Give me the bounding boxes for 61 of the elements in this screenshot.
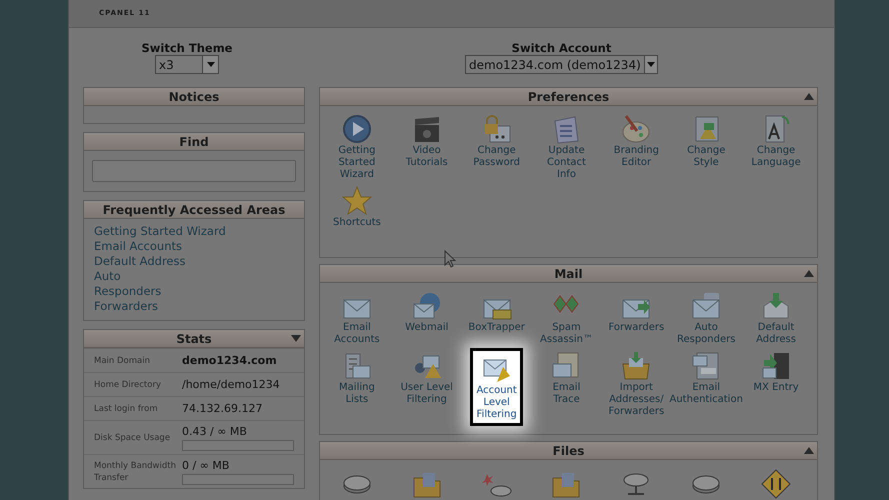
panel-title: Stats	[176, 330, 212, 348]
feature-link[interactable]: User Level Filtering	[400, 348, 453, 426]
feature-link[interactable]: Import Addresses/ Forwarders	[608, 348, 664, 426]
account-select[interactable]: demo1234.com (demo1234)	[465, 55, 658, 74]
panel-title: Notices	[168, 88, 220, 106]
palette-icon	[620, 113, 652, 145]
panel-title: Find	[179, 134, 209, 150]
feature-link[interactable]: Auto Responders	[676, 288, 736, 346]
shortcut-link[interactable]: Responders	[94, 284, 162, 299]
stat-value: 0 / ∞ MB	[182, 458, 230, 472]
feature-link[interactable]: Change Password	[473, 111, 520, 181]
feature-link[interactable]: Forwarders	[608, 288, 664, 346]
shortcut-link[interactable]: Getting Started Wizard	[94, 224, 226, 239]
stat-value: /home/demo1234	[182, 378, 280, 391]
stat-value: 74.132.69.127	[182, 402, 262, 415]
feature-link[interactable]: BoxTrapper	[468, 288, 525, 346]
star-icon	[340, 185, 373, 217]
feature-link[interactable]: Getting Started Wizard	[338, 111, 376, 181]
feature-link[interactable]: Default Address	[756, 288, 796, 346]
shortcut-link[interactable]: Email Accounts	[94, 239, 182, 254]
feature-link[interactable]: Email Authentication	[670, 348, 743, 426]
shortcut-link[interactable]: Forwarders	[94, 299, 158, 314]
stat-label: Last login from	[94, 402, 159, 414]
stat-label: Monthly Bandwidth Transfer	[94, 460, 177, 484]
collapse-arrow-icon[interactable]	[804, 270, 814, 277]
feature-link[interactable]: Video Tutorials	[406, 111, 448, 181]
feature-link[interactable]: Email Trace	[550, 348, 582, 426]
feature-link[interactable]: Email Accounts	[334, 288, 380, 346]
switch-account-label: Switch Account	[512, 41, 612, 55]
stat-value: demo1234.com	[182, 354, 277, 367]
panel-title: Mail	[554, 266, 583, 282]
stat-label: Home Directory	[94, 378, 162, 390]
expand-arrow-icon[interactable]	[291, 335, 301, 342]
feature-link[interactable]: MX Entry	[753, 348, 799, 426]
feature-link[interactable]: Spam Assassin™	[540, 288, 593, 346]
panel-title: Files	[552, 442, 584, 460]
feature-link[interactable]: Account Level Filtering	[470, 348, 523, 426]
stat-label: Main Domain	[94, 354, 151, 366]
play-button-icon	[340, 113, 373, 145]
feature-link[interactable]: Change Style	[687, 111, 726, 181]
switch-theme-label: Switch Theme	[142, 41, 232, 55]
panel-title: Preferences	[528, 88, 610, 106]
feature-link[interactable]: Webmail	[405, 288, 448, 346]
feature-link[interactable]: Shortcuts	[333, 183, 381, 229]
collapse-arrow-icon[interactable]	[804, 93, 814, 100]
box-arrow-icon	[620, 350, 652, 382]
shortcut-link[interactable]: Default Address	[94, 254, 186, 269]
dropdown-arrow-icon	[206, 62, 214, 67]
feature-link[interactable]: Branding Editor	[614, 111, 659, 181]
collapse-arrow-icon[interactable]	[804, 447, 814, 454]
theme-select[interactable]: x3	[155, 55, 219, 74]
search-field[interactable]	[92, 160, 296, 182]
feature-link[interactable]: Change Language	[751, 111, 801, 181]
feature-link[interactable]: Mailing Lists	[339, 348, 375, 426]
dropdown-arrow-icon	[646, 62, 655, 67]
stat-label: Disk Space Usage	[94, 432, 172, 444]
shortcut-link[interactable]: Auto	[94, 269, 121, 284]
panel-title: Frequently Accessed Areas	[102, 202, 286, 218]
warning-sign-icon[interactable]	[760, 468, 792, 500]
stat-value: 0.43 / ∞ MB	[182, 424, 247, 438]
feature-link[interactable]: Update Contact Info	[547, 111, 586, 181]
